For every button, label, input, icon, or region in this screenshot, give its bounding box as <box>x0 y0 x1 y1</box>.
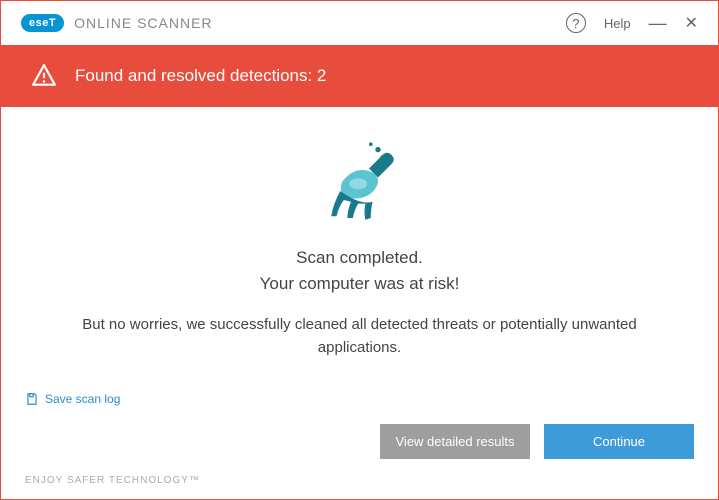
header-left: eseT ONLINE SCANNER <box>21 14 213 32</box>
button-row: View detailed results Continue <box>25 424 694 459</box>
headline: Scan completed. Your computer was at ris… <box>41 245 678 296</box>
brand-logo: eseT <box>21 14 64 32</box>
help-icon[interactable]: ? <box>566 13 586 33</box>
header-right: ? Help — ✕ <box>566 13 698 33</box>
headline-line1: Scan completed. <box>41 245 678 271</box>
save-icon <box>25 392 39 406</box>
minimize-button[interactable]: — <box>649 14 667 32</box>
brush-icon <box>315 137 405 227</box>
banner-message: Found and resolved detections: 2 <box>75 66 326 86</box>
bottom-bar: Save scan log View detailed results Cont… <box>0 392 719 500</box>
app-title: ONLINE SCANNER <box>74 15 212 31</box>
footer-tagline: ENJOY SAFER TECHNOLOGY™ <box>25 475 694 486</box>
brush-illustration <box>41 137 678 227</box>
save-log-label: Save scan log <box>45 392 120 406</box>
subtext: But no worries, we successfully cleaned … <box>41 314 678 359</box>
help-link[interactable]: Help <box>604 16 631 31</box>
headline-line2: Your computer was at risk! <box>41 271 678 297</box>
status-banner: Found and resolved detections: 2 <box>1 45 718 107</box>
title-bar: eseT ONLINE SCANNER ? Help — ✕ <box>1 1 718 45</box>
warning-icon <box>31 63 57 89</box>
continue-button[interactable]: Continue <box>544 424 694 459</box>
view-results-button[interactable]: View detailed results <box>380 424 530 459</box>
save-log-link[interactable]: Save scan log <box>25 392 694 406</box>
close-button[interactable]: ✕ <box>685 13 698 33</box>
main-content: Scan completed. Your computer was at ris… <box>1 107 718 359</box>
